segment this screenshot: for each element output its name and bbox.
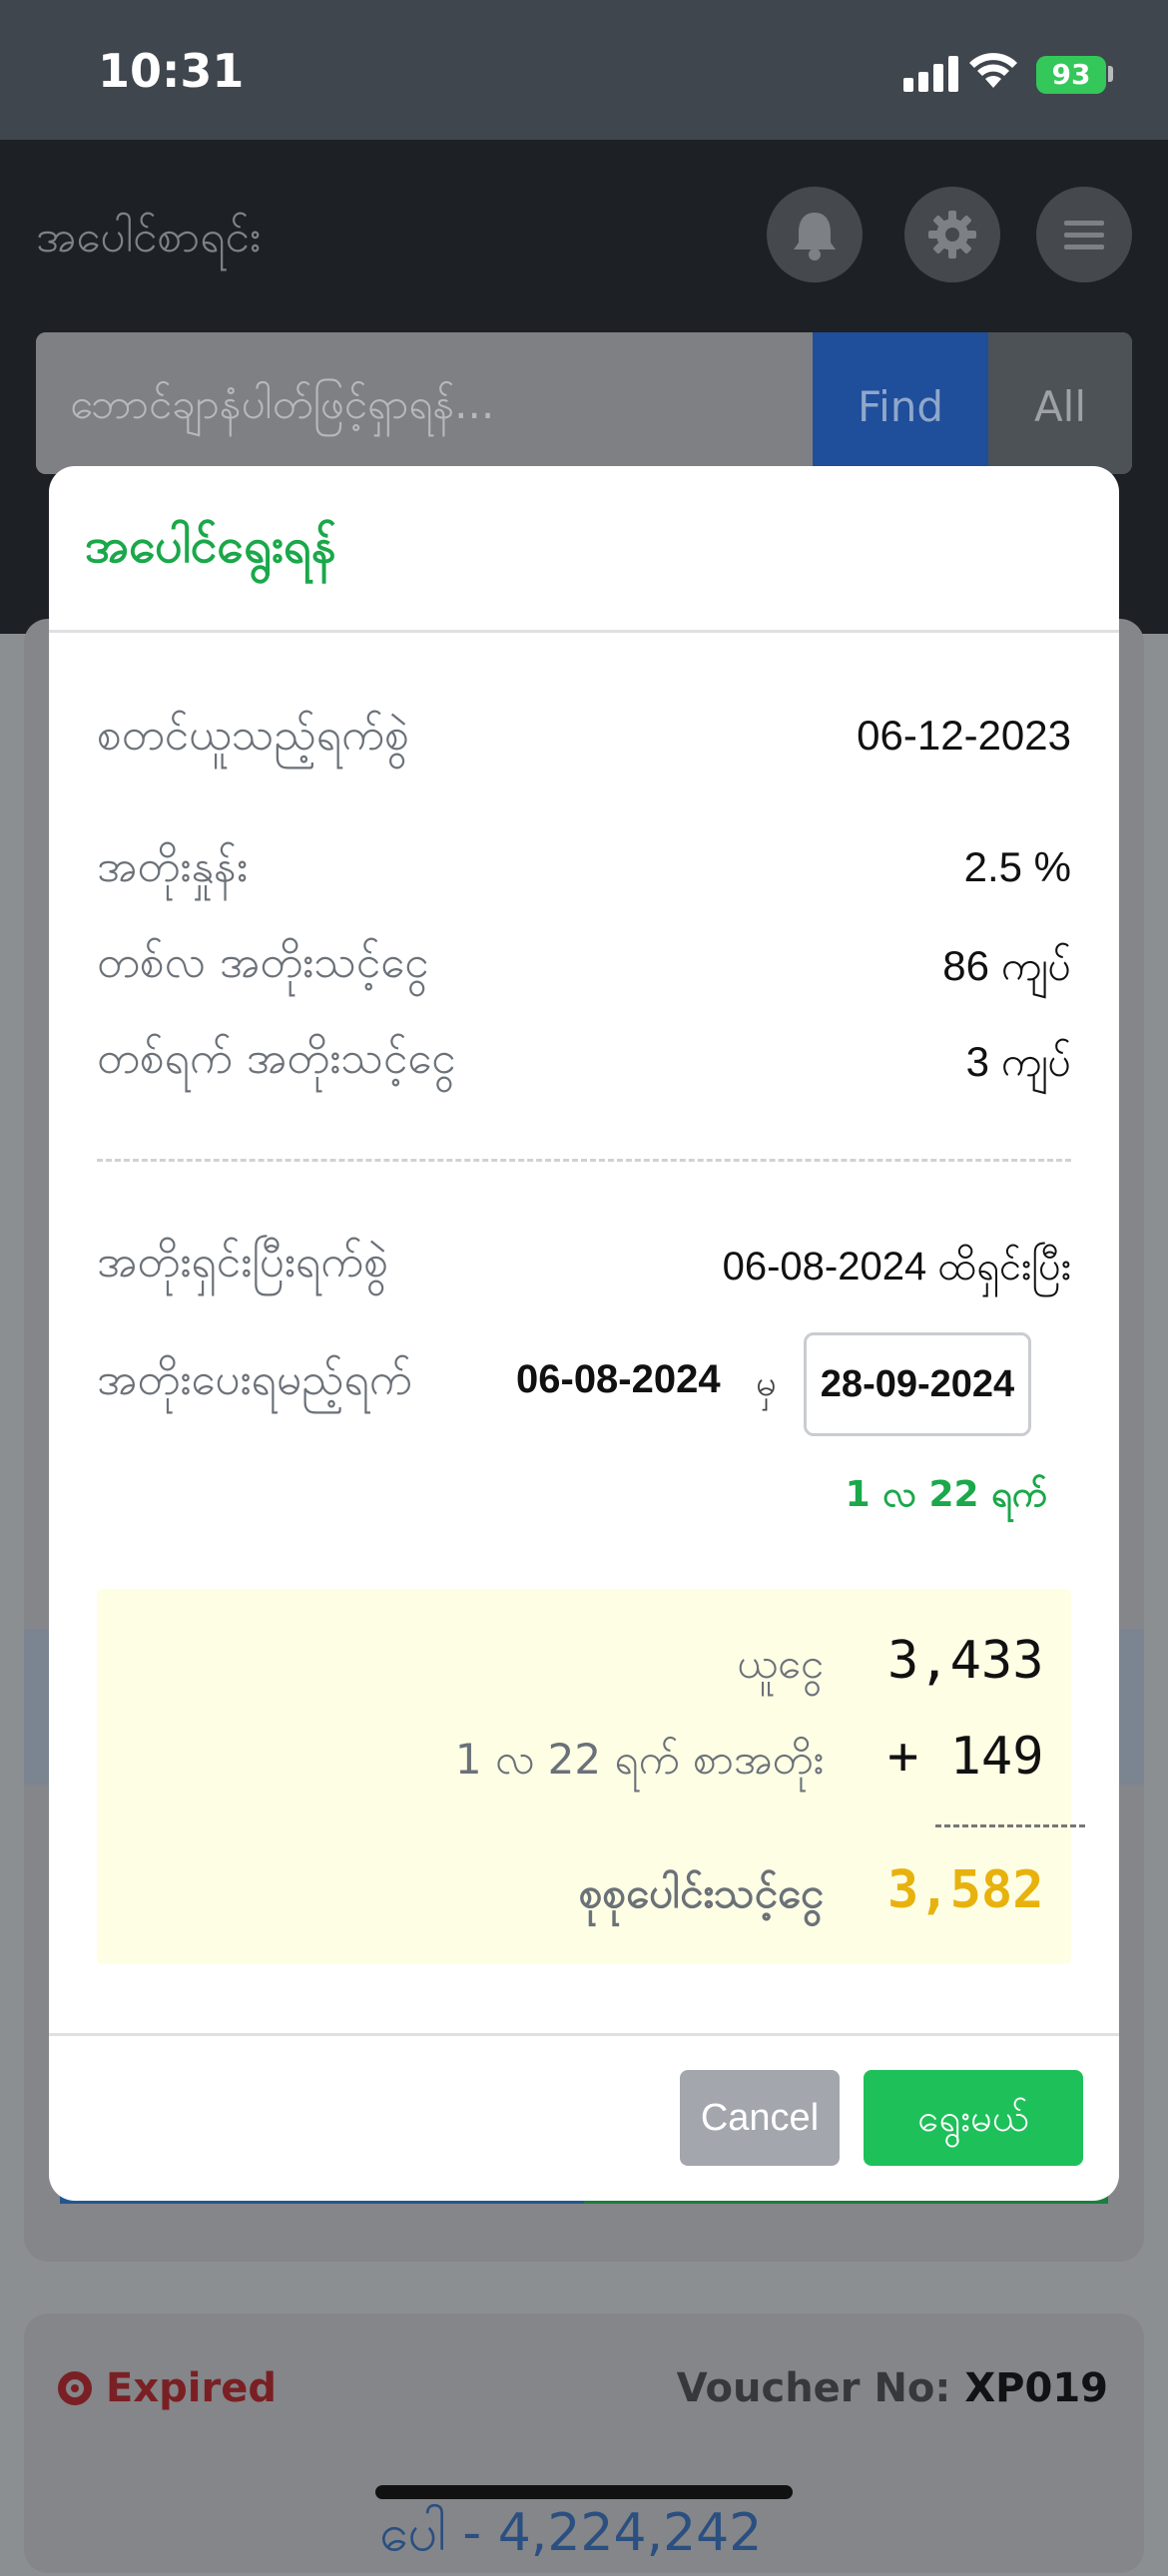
redeem-button[interactable]: ရွေးမယ် [864,2070,1083,2166]
notification-button[interactable] [767,187,863,282]
monthly-interest-value: 86 ကျပ် [942,942,1071,989]
battery-icon: 93 [1036,56,1106,94]
start-date-label: စတင်ယူသည့်ရက်စွဲ [97,710,409,761]
search-input[interactable] [36,332,813,474]
interest-due-from-suffix: မှ [756,1363,777,1404]
principal-label: ယူငွေ [737,1639,824,1688]
total-value: 3,582 [887,1860,1044,1920]
interest-paid-value: 06-08-2024 ထိရှင်းပြီး [722,1245,1071,1288]
voucher-number: Voucher No: XP019 [676,2365,1108,2411]
interest-rate-value: 2.5 % [963,843,1071,890]
menu-button[interactable] [1036,187,1132,282]
daily-interest-label: တစ်ရက် အတိုးသင့်ငွေ [97,1033,456,1084]
interest-paid-label: အတိုးရှင်းပြီးရက်စွဲ [97,1237,388,1288]
modal-footer-divider [49,2033,1119,2036]
interest-value: + 149 [887,1727,1044,1787]
interest-due-label: အတိုးပေးရမည့်ရက် [97,1354,412,1405]
search-bar: Find All [36,332,1132,474]
expired-icon [58,2371,92,2405]
all-button[interactable]: All [988,332,1132,474]
summary-box: ယူငွေ 3,433 1 လ 22 ရက် စာအတိုး + 149 စုစ… [97,1589,1085,1964]
modal-title: အပေါင်ရွေးရန် [85,518,336,574]
interest-rate-label: အတိုးနှုန်း [97,841,249,892]
bell-icon [794,213,836,260]
expired-status: Expired [58,2365,277,2411]
modal-header-divider [49,630,1119,633]
settings-button[interactable] [904,187,1000,282]
hamburger-icon [1064,221,1104,250]
duration-text: 1 လ 22 ရက် [845,1474,1047,1515]
status-bar: 10:31 93 [0,0,1168,140]
redeem-date-input[interactable]: 28-09-2024 [804,1332,1031,1436]
daily-interest-value: 3 ကျပ် [965,1038,1071,1085]
gear-icon [928,211,976,258]
total-separator [935,1824,1085,1827]
background-amount: ပေါ - 4,224,242 [379,2503,763,2563]
find-button[interactable]: Find [813,332,988,474]
interest-due-from-date: 06-08-2024 [516,1357,721,1401]
status-time: 10:31 [98,44,245,98]
home-indicator[interactable] [375,2485,793,2499]
principal-value: 3,433 [887,1631,1044,1691]
wifi-icon [969,53,1017,88]
battery-cap [1108,66,1113,82]
interest-label: 1 လ 22 ရက် စာအတိုး [454,1735,824,1784]
monthly-interest-label: တစ်လ အတိုးသင့်ငွေ [97,937,429,988]
section-divider [97,1159,1071,1162]
cancel-button[interactable]: Cancel [680,2070,840,2166]
total-label: စုစုပေါင်းသင့်ငွေ [578,1868,824,1917]
page-title: အပေါင်စာရင်း [36,212,262,262]
redeem-modal: အပေါင်ရွေးရန် စတင်ယူသည့်ရက်စွဲ 06-12-202… [49,466,1119,2201]
start-date-value: 06-12-2023 [857,712,1071,759]
